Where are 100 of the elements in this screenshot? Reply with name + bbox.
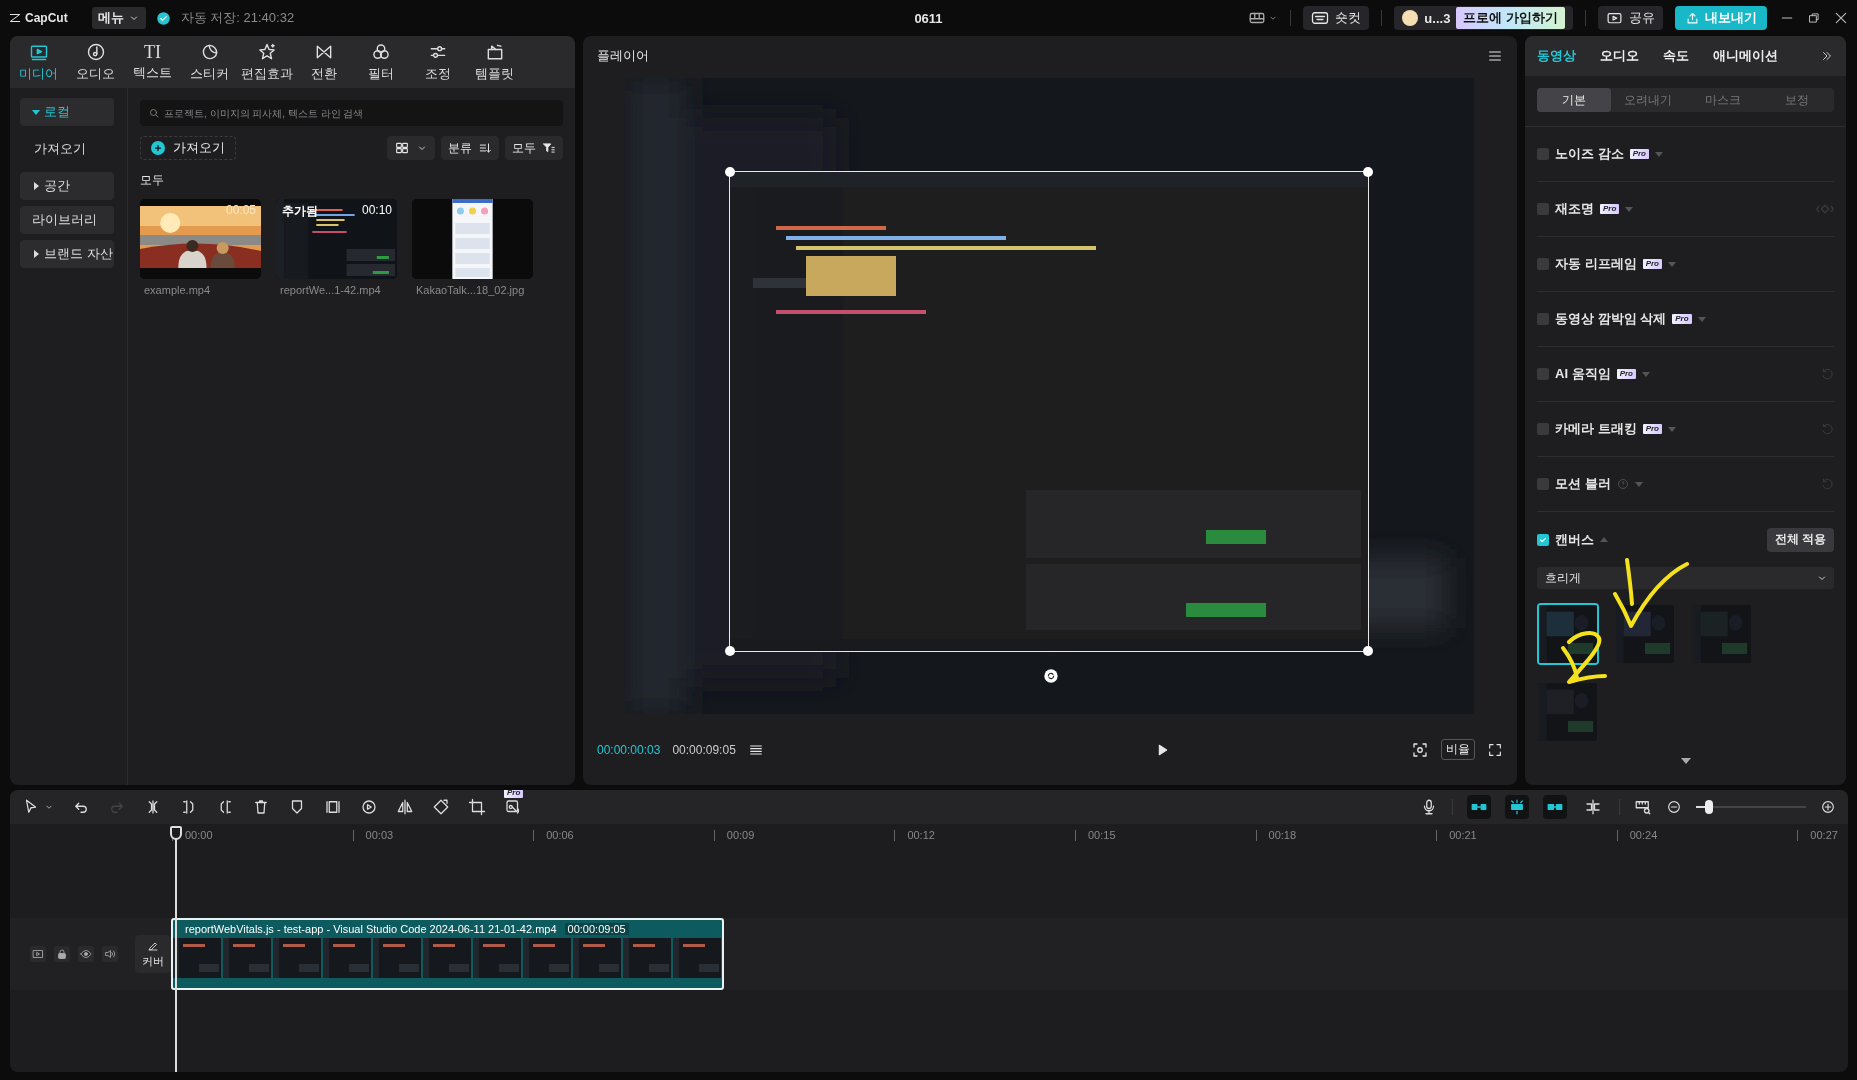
sidebar-item[interactable]: 로컬	[20, 98, 114, 126]
clip-duration: 00:00:09:05	[564, 923, 629, 935]
split-preview-icon	[1584, 798, 1602, 816]
caret-icon[interactable]	[32, 108, 40, 116]
ratio-button[interactable]: 비율	[1441, 739, 1475, 760]
blur-preset[interactable]	[1614, 603, 1676, 665]
zoom-out-icon[interactable]	[1666, 799, 1682, 815]
media-tab[interactable]: 템플릿	[466, 36, 523, 88]
plus-icon	[153, 143, 163, 153]
chevrons-right-icon[interactable]	[1820, 49, 1834, 63]
checkbox[interactable]	[1537, 258, 1549, 270]
media-tab[interactable]: 편집효과	[238, 36, 295, 88]
ruler-zoom-icon[interactable]	[1634, 798, 1652, 816]
checkbox[interactable]	[1537, 368, 1549, 380]
screen-icon	[32, 948, 44, 960]
checkbox[interactable]	[1537, 203, 1549, 215]
time-label: 00:09	[713, 829, 895, 841]
crop-icon[interactable]	[468, 798, 486, 816]
checkbox[interactable]	[1537, 423, 1549, 435]
property-tab[interactable]: 속도	[1663, 47, 1701, 65]
search-icon	[148, 107, 160, 119]
sidebar-item[interactable]: 브랜드 자산	[20, 240, 114, 268]
resize-handle[interactable]	[725, 646, 735, 656]
view-toggle-button[interactable]	[387, 136, 435, 160]
media-tab[interactable]: 미디어	[10, 36, 67, 88]
timeline-toggle[interactable]	[1467, 795, 1491, 819]
eye-icon	[80, 948, 92, 960]
sidebar-item[interactable]: 라이브러리	[20, 206, 114, 234]
media-tab[interactable]: 필터	[352, 36, 409, 88]
visibility-icon[interactable]	[78, 946, 94, 962]
avatar[interactable]	[1402, 10, 1419, 26]
video-track-icon[interactable]	[30, 946, 46, 962]
pro-badge: Pro	[1600, 204, 1620, 214]
shortcut-button[interactable]: 숏컷	[1303, 6, 1370, 30]
cover-button[interactable]: 커버	[135, 935, 171, 973]
pro-badge: Pro	[1616, 369, 1636, 379]
zoom-slider-thumb[interactable]	[1705, 800, 1714, 814]
delete-icon[interactable]	[252, 798, 270, 816]
caret-icon[interactable]	[32, 250, 40, 258]
time-label: 00:12	[894, 829, 1075, 841]
grid-icon	[394, 140, 410, 156]
pro-badge: Pro	[1642, 259, 1662, 269]
checkbox[interactable]	[1537, 313, 1549, 325]
video-clip[interactable]: reportWebVitals.js - test-app - Visual Studio Code 2024-06-11 21-01-42.mp4 00:00:09:05	[171, 918, 724, 990]
zoom-in-icon[interactable]	[1820, 799, 1836, 815]
time-label: 00:03	[352, 829, 534, 841]
sub-tab[interactable]: 기본	[1537, 88, 1612, 112]
checkbox[interactable]	[1537, 148, 1549, 160]
music-note-icon	[85, 41, 106, 62]
lock-icon[interactable]	[54, 946, 70, 962]
check-icon	[155, 10, 171, 26]
blur-preset[interactable]	[1537, 603, 1599, 665]
rotate-icon[interactable]	[432, 798, 450, 816]
freeze-frame-icon[interactable]	[324, 798, 342, 816]
time-label: 00:24	[1616, 829, 1798, 841]
file-name: example.mp4	[143, 284, 212, 296]
media-tab[interactable]: 전환	[295, 36, 352, 88]
menu-icon[interactable]	[1487, 48, 1503, 64]
mirror-icon[interactable]	[396, 798, 414, 816]
media-tab[interactable]: 조정	[409, 36, 466, 88]
resize-handle[interactable]	[1363, 167, 1373, 177]
property-tab[interactable]: 동영상	[1537, 47, 1588, 65]
checkbox[interactable]	[1537, 478, 1549, 490]
option-label: 동영상 깜박임 삭제	[1555, 310, 1667, 328]
pro-join-button[interactable]: 프로에 가입하기	[1456, 7, 1565, 29]
fit-screen-icon[interactable]	[1411, 740, 1429, 759]
restore-icon[interactable]	[1807, 11, 1821, 25]
share-button[interactable]: 공유	[1598, 6, 1663, 30]
play-circle-icon[interactable]	[360, 798, 378, 816]
property-tab[interactable]: 애니메이션	[1713, 47, 1790, 65]
caret-icon[interactable]	[32, 182, 40, 190]
cutout-icon[interactable]	[504, 798, 522, 816]
canvas-mode-dropdown[interactable]: 흐리게	[1537, 567, 1834, 589]
pro-badge: Pro	[504, 790, 524, 798]
scroll-down-icon[interactable]	[1680, 757, 1691, 765]
audio-icon[interactable]	[102, 946, 118, 962]
media-tab[interactable]: 스티커	[181, 36, 238, 88]
timeline-toggle[interactable]	[1505, 795, 1529, 819]
resize-handle[interactable]	[1363, 646, 1373, 656]
menu-button[interactable]: 메뉴	[91, 7, 146, 29]
padlock-icon	[56, 948, 68, 960]
sidebar-item[interactable]: 공간	[20, 172, 114, 200]
apply-all-button[interactable]: 전체 적용	[1766, 527, 1834, 552]
media-tab[interactable]: TI 텍스트	[124, 36, 181, 88]
timeline-toggle[interactable]	[1543, 795, 1567, 819]
playhead[interactable]	[170, 826, 182, 1072]
property-tab[interactable]: 오디오	[1600, 47, 1651, 65]
center-snap-icon	[1508, 798, 1526, 816]
checkbox[interactable]	[1537, 533, 1549, 546]
resize-handle[interactable]	[725, 167, 735, 177]
sidebar-item[interactable]: 가져오기	[20, 132, 114, 166]
import-button[interactable]: 가져오기	[140, 136, 236, 160]
media-tab[interactable]: 오디오	[67, 36, 124, 88]
rotate-icon[interactable]	[1043, 668, 1059, 684]
sort-button[interactable]: 분류	[441, 136, 499, 160]
fullscreen-icon[interactable]	[1487, 741, 1503, 758]
close-icon[interactable]	[1833, 10, 1849, 26]
user-name: u...3	[1424, 10, 1451, 26]
search-field[interactable]: 프로젝트, 이미지의 피사체, 텍스트 라인 검색	[140, 100, 563, 126]
filter-button[interactable]: 모두	[505, 136, 563, 160]
